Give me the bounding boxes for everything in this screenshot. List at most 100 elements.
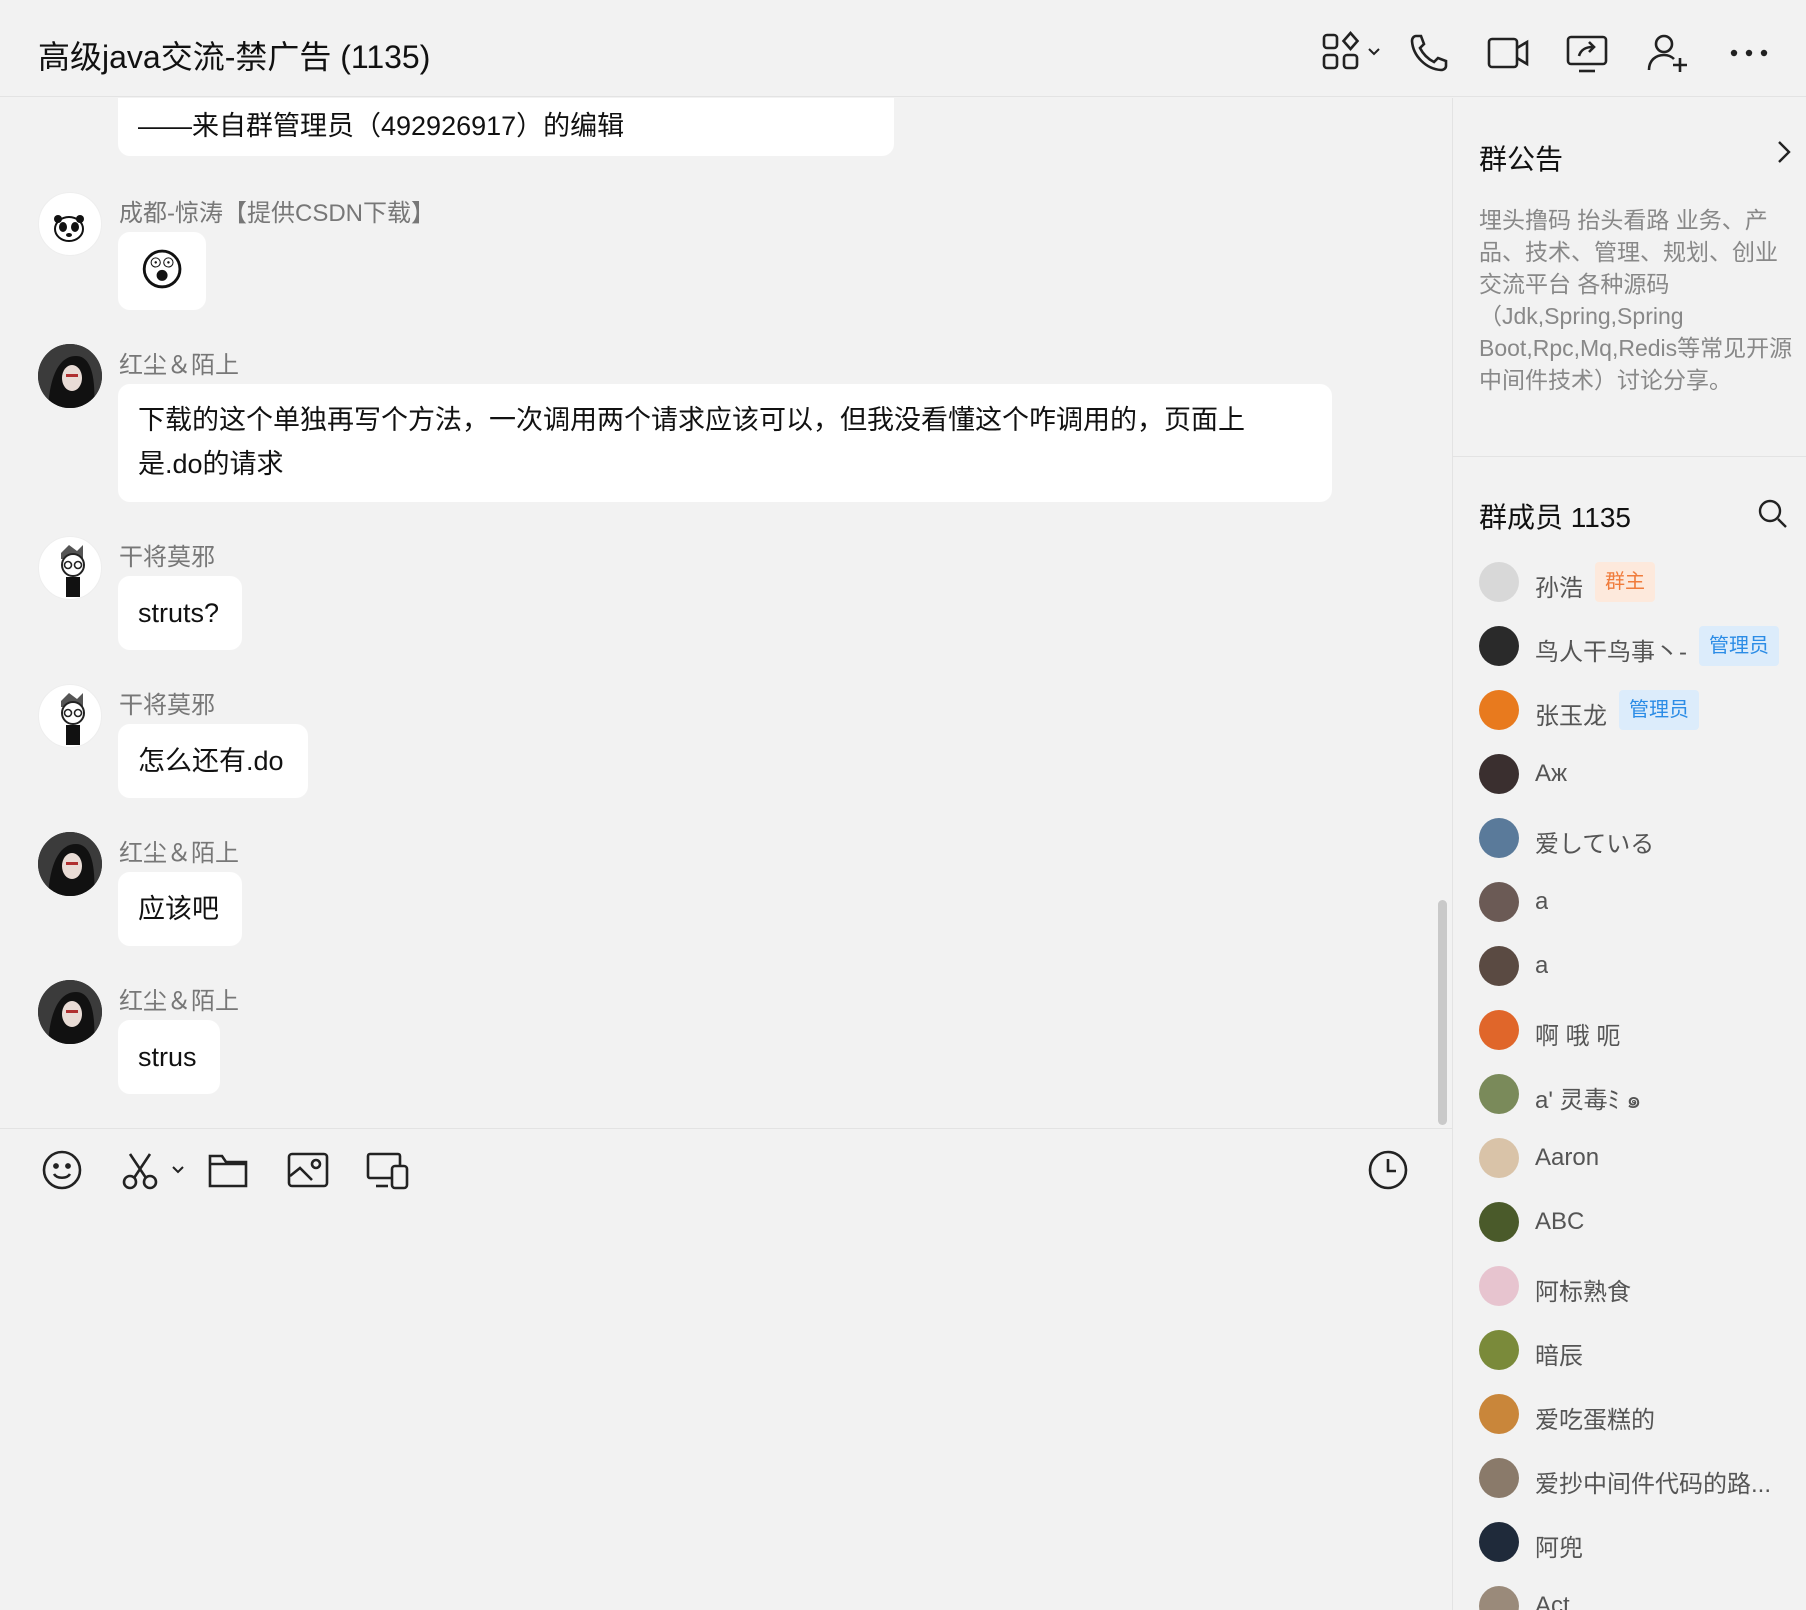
- member-name: ABC: [1535, 1208, 1585, 1235]
- announcement-text[interactable]: 埋头撸码 抬头看路 业务、产品、技术、管理、规划、创业交流平台 各种源码（Jdk…: [1479, 204, 1799, 396]
- member-item[interactable]: a: [1479, 944, 1799, 988]
- member-avatar: [1479, 1330, 1519, 1370]
- admin-badge: 管理员: [1699, 626, 1779, 666]
- message-text-line: 是.do的请求: [138, 449, 284, 479]
- message-input[interactable]: [0, 1210, 1452, 1610]
- member-name: Act: [1535, 1592, 1570, 1610]
- member-name: 阿标熟食: [1535, 1279, 1631, 1306]
- sender-name: 干将莫邪: [119, 692, 215, 719]
- avatar[interactable]: [38, 980, 102, 1044]
- member-avatar: [1479, 1010, 1519, 1050]
- message-text: struts?: [138, 598, 220, 628]
- member-name: 爱している: [1535, 831, 1655, 858]
- member-avatar: [1479, 1394, 1519, 1434]
- sender-name: 成都-惊涛【提供CSDN下载】: [119, 200, 435, 227]
- member-avatar: [1479, 626, 1519, 666]
- chat-scrollbar[interactable]: [1438, 900, 1447, 1125]
- avatar[interactable]: [38, 684, 102, 748]
- member-name: 暗辰: [1535, 1343, 1583, 1370]
- member-avatar: [1479, 882, 1519, 922]
- member-avatar: [1479, 690, 1519, 730]
- member-name: 鸟人干鸟事丶-: [1535, 639, 1687, 666]
- apps-icon[interactable]: [1320, 30, 1366, 76]
- member-item[interactable]: ABC: [1479, 1200, 1799, 1244]
- message-bubble[interactable]: struts?: [118, 576, 242, 650]
- member-avatar: [1479, 754, 1519, 794]
- folder-icon[interactable]: [206, 1148, 250, 1192]
- sender-name: 红尘＆陌上: [119, 840, 239, 867]
- message-bubble[interactable]: 应该吧: [118, 872, 242, 946]
- member-name: Аж: [1535, 760, 1568, 787]
- member-name: 爱吃蛋糕的: [1535, 1407, 1655, 1434]
- chevron-down-icon[interactable]: [170, 1162, 186, 1178]
- sender-name: 红尘＆陌上: [119, 352, 239, 379]
- member-item[interactable]: 爱吃蛋糕的: [1479, 1392, 1799, 1436]
- chevron-right-icon[interactable]: [1771, 138, 1795, 166]
- group-info-panel: 群公告 埋头撸码 抬头看路 业务、产品、技术、管理、规划、创业交流平台 各种源码…: [1452, 98, 1806, 1610]
- search-icon[interactable]: [1757, 498, 1789, 530]
- device-icon[interactable]: [366, 1148, 410, 1192]
- panel-divider: [1453, 456, 1806, 457]
- member-item[interactable]: 爱抄中间件代码的路...: [1479, 1456, 1799, 1500]
- member-item[interactable]: 爱している: [1479, 816, 1799, 860]
- member-item[interactable]: 啊 哦 呃: [1479, 1008, 1799, 1052]
- member-item[interactable]: Act: [1479, 1584, 1799, 1610]
- add-member-icon[interactable]: [1645, 30, 1691, 76]
- message-bubble[interactable]: ——来自群管理员（492926917）的编辑: [118, 98, 894, 156]
- member-avatar: [1479, 946, 1519, 986]
- message-list[interactable]: ——来自群管理员（492926917）的编辑 成都-惊涛【提供CSDN下载】 😲…: [0, 98, 1452, 1128]
- admin-badge: 管理员: [1619, 690, 1699, 730]
- toolbar-divider: [0, 1128, 1452, 1129]
- message-bubble[interactable]: 😲: [118, 232, 206, 310]
- member-avatar: [1479, 1522, 1519, 1562]
- emoji-icon[interactable]: [40, 1148, 84, 1192]
- message-text: ——来自群管理员（492926917）的编辑: [138, 111, 625, 141]
- member-name: 张玉龙: [1535, 703, 1607, 730]
- member-item[interactable]: Aaron: [1479, 1136, 1799, 1180]
- member-name: 爱抄中间件代码的路...: [1535, 1471, 1772, 1498]
- message-text-line: 下载的这个单独再写个方法，一次调用两个请求应该可以，但我没看懂这个咋调用的，页面…: [138, 405, 1245, 435]
- member-item[interactable]: 阿兜: [1479, 1520, 1799, 1564]
- chevron-down-icon[interactable]: [1366, 44, 1382, 60]
- message-text: strus: [138, 1042, 197, 1072]
- member-name: a: [1535, 952, 1549, 979]
- member-avatar: [1479, 1458, 1519, 1498]
- screen-share-icon[interactable]: [1564, 30, 1610, 76]
- member-item[interactable]: 孙浩 群主: [1479, 560, 1799, 604]
- member-name: 孙浩: [1535, 575, 1583, 602]
- member-name: 啊 哦 呃: [1535, 1023, 1621, 1050]
- emoji-message: 😲: [139, 246, 185, 295]
- more-icon[interactable]: [1726, 30, 1772, 76]
- member-avatar: [1479, 818, 1519, 858]
- member-avatar: [1479, 1266, 1519, 1306]
- member-item[interactable]: 阿标熟食: [1479, 1264, 1799, 1308]
- member-name: 阿兜: [1535, 1535, 1583, 1562]
- history-icon[interactable]: [1366, 1148, 1410, 1192]
- message-bubble[interactable]: strus: [118, 1020, 220, 1094]
- member-avatar: [1479, 1202, 1519, 1242]
- avatar[interactable]: [38, 344, 102, 408]
- avatar[interactable]: [38, 536, 102, 600]
- avatar[interactable]: [38, 192, 102, 256]
- member-name: Aaron: [1535, 1144, 1600, 1171]
- member-item[interactable]: a' 灵毒ﾐ ๑: [1479, 1072, 1799, 1116]
- announcement-title[interactable]: 群公告: [1479, 138, 1563, 178]
- member-avatar: [1479, 1586, 1519, 1610]
- members-title: 群成员 1135: [1479, 502, 1631, 533]
- video-call-icon[interactable]: [1485, 30, 1531, 76]
- message-bubble[interactable]: 怎么还有.do: [118, 724, 308, 798]
- member-item[interactable]: 张玉龙 管理员: [1479, 688, 1799, 732]
- member-item[interactable]: 鸟人干鸟事丶- 管理员: [1479, 624, 1799, 668]
- member-name: a: [1535, 888, 1549, 915]
- sender-name: 红尘＆陌上: [119, 988, 239, 1015]
- image-icon[interactable]: [286, 1148, 330, 1192]
- message-bubble[interactable]: 下载的这个单独再写个方法，一次调用两个请求应该可以，但我没看懂这个咋调用的，页面…: [118, 384, 1332, 502]
- message-text: 怎么还有.do: [138, 746, 284, 776]
- member-name: a' 灵毒ﾐ ๑: [1535, 1087, 1642, 1114]
- phone-icon[interactable]: [1406, 30, 1452, 76]
- member-item[interactable]: Аж: [1479, 752, 1799, 796]
- avatar[interactable]: [38, 832, 102, 896]
- member-item[interactable]: 暗辰: [1479, 1328, 1799, 1372]
- screenshot-icon[interactable]: [120, 1148, 164, 1192]
- member-item[interactable]: a: [1479, 880, 1799, 924]
